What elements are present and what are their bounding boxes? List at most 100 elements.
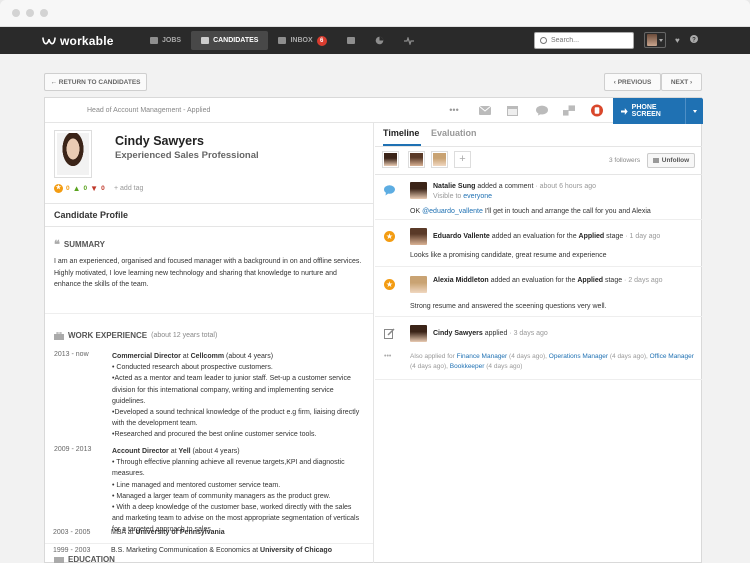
education-heading: EDUCATION bbox=[54, 555, 115, 563]
unfollow-button[interactable]: Unfollow bbox=[647, 153, 695, 168]
job-at: at bbox=[180, 353, 191, 360]
entry-stage-suffix: stage bbox=[603, 277, 623, 284]
job-at: at bbox=[168, 448, 179, 455]
nav-candidates[interactable]: CANDIDATES bbox=[191, 31, 269, 50]
window-dot[interactable] bbox=[12, 9, 20, 17]
nav-inbox-label: INBOX bbox=[290, 37, 313, 44]
degree-name: B.S. Marketing Communication & Economics bbox=[111, 547, 251, 554]
ratings: ★ 0 ▲ 0 ▼ 0 bbox=[54, 184, 105, 193]
entry-actor[interactable]: Cindy Sawyers bbox=[433, 330, 483, 337]
add-follower-icon[interactable]: + bbox=[454, 151, 471, 168]
thumbs-up-count: 0 bbox=[83, 185, 88, 192]
quote-icon: ❝ bbox=[54, 239, 60, 251]
candidate-photo bbox=[54, 130, 92, 178]
education-dates: 2003 - 2005 bbox=[53, 529, 91, 536]
previous-button[interactable]: ‹ PREVIOUS bbox=[604, 73, 661, 91]
entry-actor[interactable]: Eduardo Vallente bbox=[433, 233, 490, 240]
timeline-entry: Natalie Sung added a comment · about 6 h… bbox=[375, 176, 702, 220]
phone-screen-action[interactable]: PHONE SCREEN bbox=[613, 104, 685, 118]
summary-text: I am an experienced, organised and focus… bbox=[54, 258, 362, 289]
applied-job-link[interactable]: Office Manager bbox=[650, 353, 694, 360]
add-tag-link[interactable]: + add tag bbox=[114, 185, 143, 192]
applied-job-link[interactable]: Operations Manager bbox=[549, 353, 608, 360]
help-icon[interactable]: ? bbox=[690, 35, 698, 45]
comment-icon[interactable] bbox=[536, 104, 548, 116]
stage-dropdown[interactable] bbox=[685, 98, 703, 124]
unfollow-label: Unfollow bbox=[661, 157, 690, 164]
entry-stage: Applied bbox=[578, 233, 605, 240]
people-icon bbox=[201, 37, 210, 44]
next-button[interactable]: NEXT › bbox=[661, 73, 702, 91]
tab-timeline[interactable]: Timeline bbox=[383, 128, 419, 138]
timeline-tabs: Timeline Evaluation bbox=[375, 123, 702, 146]
top-nav: workable JOBS CANDIDATES INBOX 6 bbox=[0, 27, 750, 54]
education-dates: 1999 - 2003 bbox=[53, 547, 91, 554]
entry-stage: Applied bbox=[577, 277, 604, 284]
job-duration: (about 4 years) bbox=[190, 448, 240, 455]
entry-stage-suffix: stage bbox=[604, 233, 624, 240]
arrow-right-icon bbox=[621, 107, 628, 115]
candidate-headline: Experienced Sales Professional bbox=[115, 150, 259, 161]
summary-heading: ❝ SUMMARY bbox=[54, 238, 105, 251]
entry-time: · 3 days ago bbox=[507, 330, 548, 337]
follower-avatar[interactable] bbox=[382, 151, 399, 168]
logo[interactable]: workable bbox=[0, 27, 140, 54]
entry-actor[interactable]: Natalie Sung bbox=[433, 183, 475, 190]
body-prefix: OK bbox=[410, 208, 423, 215]
also-applied-text: Also applied for Finance Manager (4 days… bbox=[410, 352, 695, 372]
follower-avatar[interactable] bbox=[431, 151, 448, 168]
applied-job-link[interactable]: Bookkeeper bbox=[450, 363, 485, 370]
search-input[interactable] bbox=[551, 37, 629, 44]
phone-screen-label: PHONE SCREEN bbox=[631, 104, 661, 118]
nav-candidates-label: CANDIDATES bbox=[213, 37, 259, 44]
user-menu[interactable] bbox=[644, 32, 666, 48]
education-degree: B.S. Marketing Communication & Economics… bbox=[111, 547, 371, 554]
thumbs-up-icon[interactable]: ▲ bbox=[73, 184, 81, 193]
disqualify-icon[interactable] bbox=[591, 104, 603, 116]
visibility-link[interactable]: everyone bbox=[463, 193, 492, 200]
heart-icon[interactable]: ♥ bbox=[675, 36, 680, 45]
search-icon bbox=[540, 37, 547, 44]
window-dot[interactable] bbox=[40, 9, 48, 17]
briefcase-icon bbox=[150, 37, 158, 44]
also-applied-entry: ••• Also applied for Finance Manager (4 … bbox=[375, 350, 702, 380]
nav-inbox[interactable]: INBOX 6 bbox=[268, 31, 336, 50]
nav-reports[interactable] bbox=[365, 31, 394, 50]
calendar-icon[interactable] bbox=[506, 104, 518, 116]
entry-time: · 1 day ago bbox=[623, 233, 661, 240]
job-detail: Account Director at Yell (about 4 years)… bbox=[112, 446, 364, 536]
phone-screen-button[interactable]: PHONE SCREEN bbox=[613, 98, 703, 124]
applied-job-link[interactable]: Finance Manager bbox=[457, 353, 508, 360]
window-dot[interactable] bbox=[26, 9, 34, 17]
thumbs-down-count: 0 bbox=[101, 185, 105, 192]
job-bullet: •Researched and procured the best online… bbox=[112, 431, 317, 439]
return-label: ← RETURN TO CANDIDATES bbox=[50, 78, 141, 86]
follower-avatar[interactable] bbox=[408, 151, 425, 168]
thumbs-down-icon[interactable]: ▼ bbox=[90, 184, 98, 193]
entry-actor[interactable]: Alexia Middleton bbox=[433, 277, 489, 284]
return-to-candidates-button[interactable]: ← RETURN TO CANDIDATES bbox=[44, 73, 147, 91]
nav-jobs[interactable]: JOBS bbox=[140, 31, 191, 50]
unfollow-icon bbox=[652, 158, 659, 163]
tab-evaluation[interactable]: Evaluation bbox=[431, 128, 477, 138]
avatar bbox=[410, 325, 427, 342]
nav-activity[interactable] bbox=[394, 31, 424, 50]
degree-at: at bbox=[125, 529, 136, 536]
move-icon[interactable] bbox=[563, 104, 575, 116]
mention-link[interactable]: @eduardo_vallente bbox=[422, 208, 483, 215]
school-name: University of Chicago bbox=[260, 547, 332, 554]
education-degree: MBA at University of Pennsylvania bbox=[111, 529, 371, 536]
more-icon[interactable]: ••• bbox=[448, 104, 460, 116]
nav-calendar[interactable] bbox=[337, 31, 365, 50]
followers-row: + 3 followers Unfollow bbox=[375, 146, 702, 175]
star-icon[interactable]: ★ bbox=[54, 184, 63, 193]
inbox-badge: 6 bbox=[316, 35, 327, 46]
education-title: EDUCATION bbox=[68, 555, 115, 563]
pie-chart-icon bbox=[375, 36, 383, 45]
education-icon bbox=[54, 556, 64, 563]
avatar bbox=[410, 182, 427, 199]
inbox-icon bbox=[278, 37, 287, 44]
next-label: NEXT › bbox=[670, 78, 693, 86]
email-icon[interactable] bbox=[479, 104, 491, 116]
search-box[interactable] bbox=[534, 32, 634, 49]
